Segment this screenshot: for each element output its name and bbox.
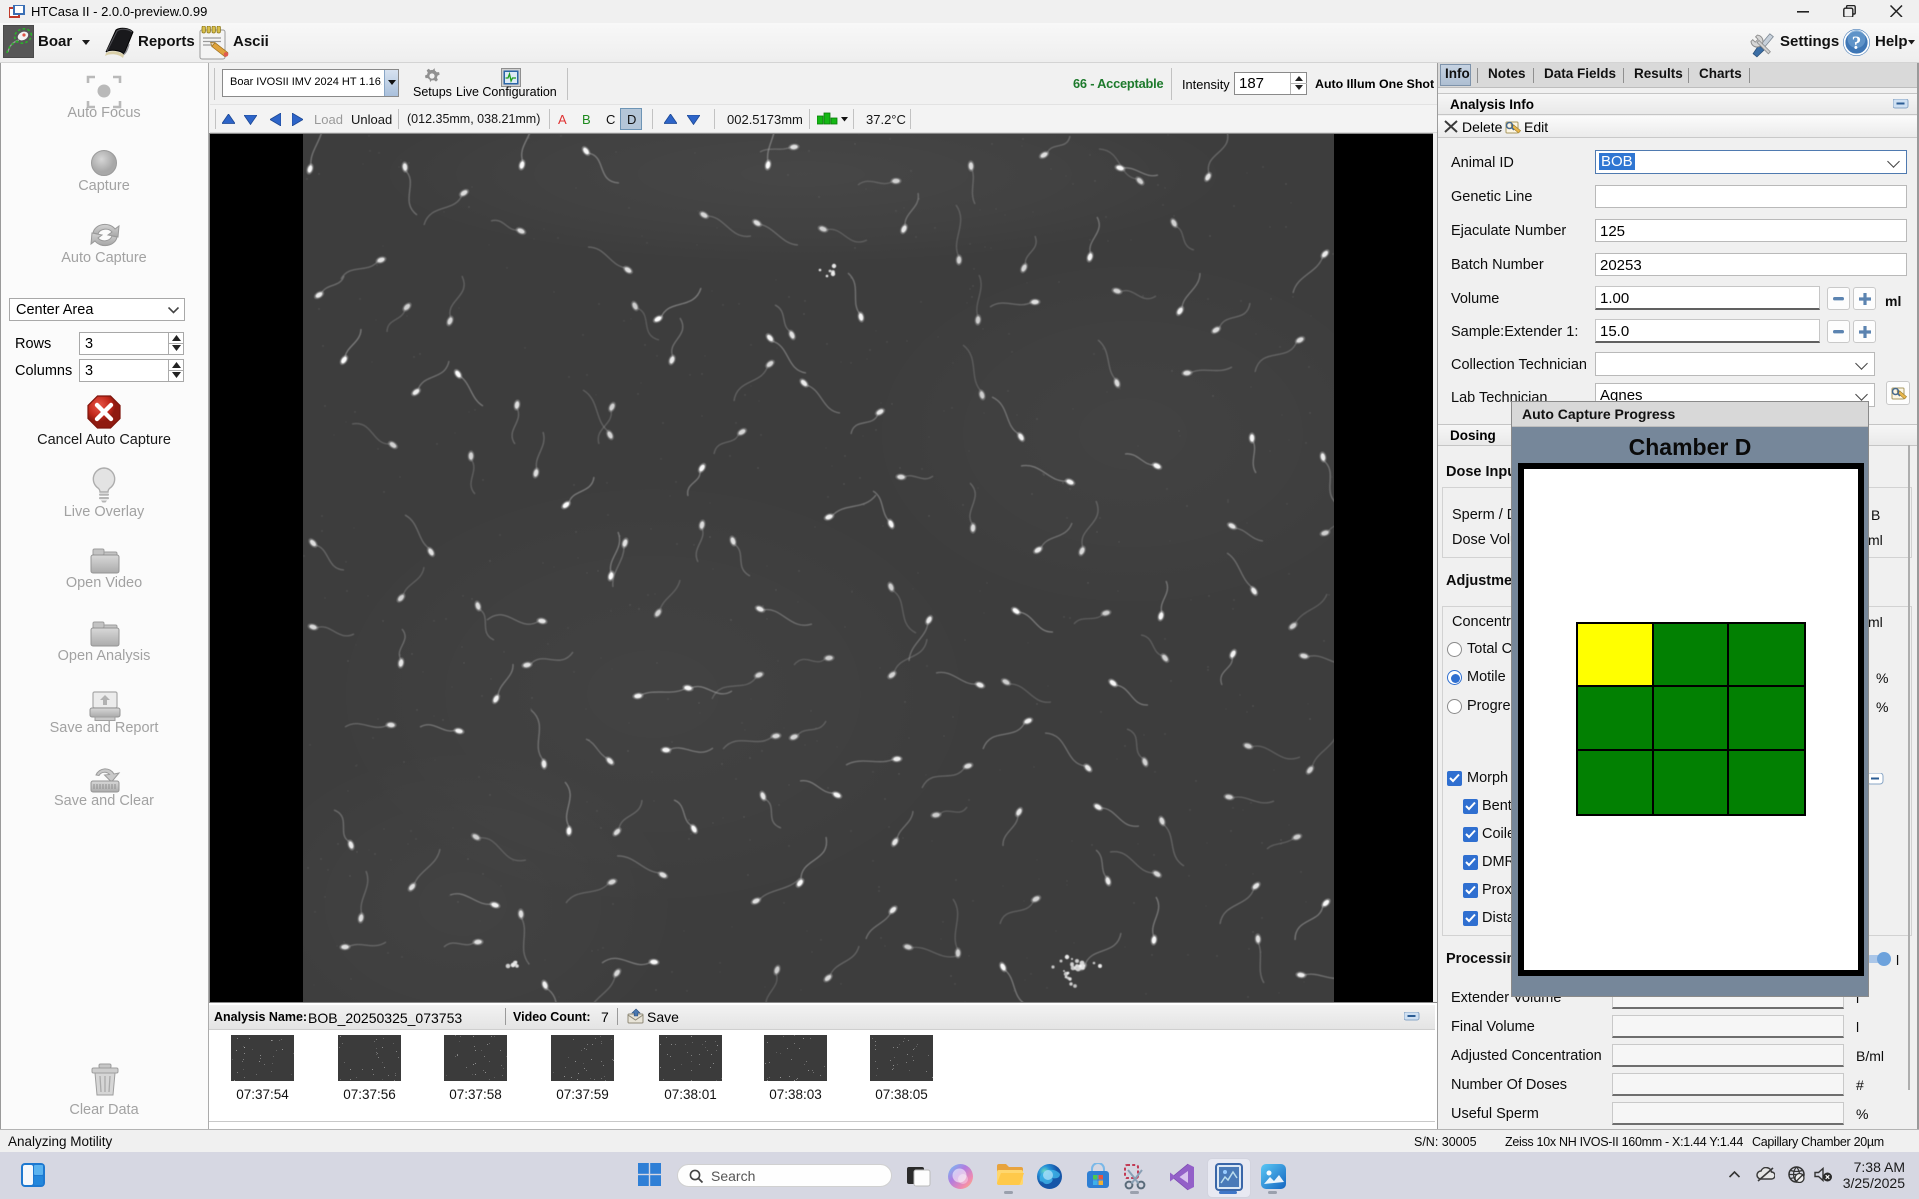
- svg-text:?: ?: [1852, 33, 1862, 54]
